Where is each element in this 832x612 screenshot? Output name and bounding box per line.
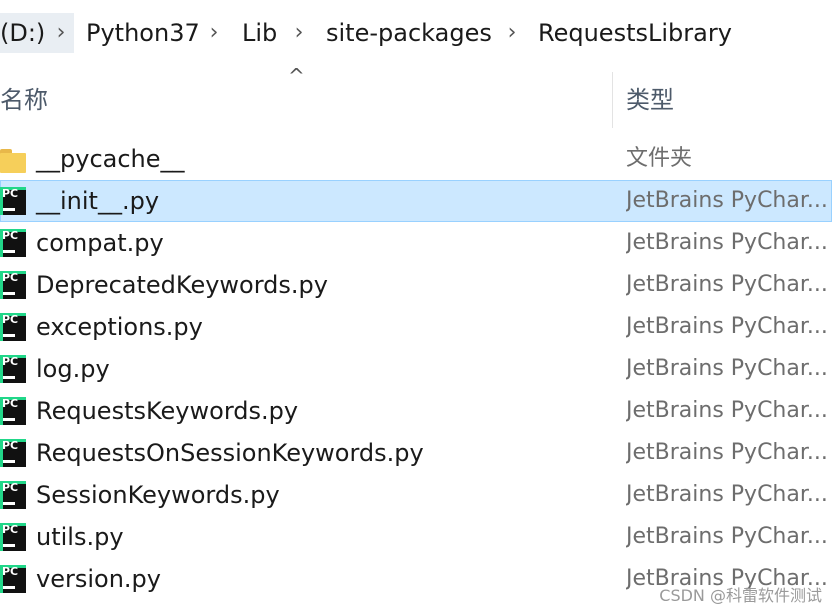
file-type: JetBrains PyChar... [626,188,828,213]
file-name: SessionKeywords.py [36,481,280,509]
address-bar[interactable]: (D:) › Python37 › Lib › site-packages › … [0,0,832,67]
breadcrumb-item-site-packages[interactable]: site-packages [326,15,492,51]
pycharm-file-icon: PC [0,355,26,383]
chevron-right-icon[interactable]: › [205,15,223,51]
file-name: log.py [36,355,110,383]
breadcrumb-item-lib[interactable]: Lib [242,15,277,51]
list-item-exceptions-py[interactable]: PC exceptions.py JetBrains PyChar... [0,306,832,348]
file-name: __pycache__ [36,145,185,173]
watermark: CSDN @科雷软件测试 [659,586,822,605]
file-name: RequestsKeywords.py [36,397,299,425]
pycharm-file-icon: PC [0,229,26,257]
list-item-requestskeywords-py[interactable]: PC RequestsKeywords.py JetBrains PyChar.… [0,390,832,432]
folder-icon [0,145,26,173]
file-type: 文件夹 [626,146,693,171]
chevron-right-icon[interactable]: › [290,15,308,51]
column-header-type[interactable]: 类型 [626,82,674,118]
sort-ascending-icon: ^ [288,64,305,88]
file-name: RequestsOnSessionKeywords.py [36,439,424,467]
pycharm-file-icon: PC [0,439,26,467]
file-name: version.py [36,565,161,593]
chevron-right-icon[interactable]: › [503,15,521,51]
file-type: JetBrains PyChar... [626,482,828,507]
file-name: DeprecatedKeywords.py [36,271,328,299]
list-item-pycache-folder[interactable]: __pycache__ 文件夹 [0,138,832,180]
list-item-compat-py[interactable]: PC compat.py JetBrains PyChar... [0,222,832,264]
list-item-sessionkeywords-py[interactable]: PC SessionKeywords.py JetBrains PyChar..… [0,474,832,516]
chevron-right-icon[interactable]: › [52,15,70,51]
pycharm-file-icon: PC [0,271,26,299]
pycharm-file-icon: PC [0,523,26,551]
file-type: JetBrains PyChar... [626,524,828,549]
column-header-name[interactable]: 名称 [0,82,48,118]
list-item-utils-py[interactable]: PC utils.py JetBrains PyChar... [0,516,832,558]
breadcrumb-item-requestslibrary[interactable]: RequestsLibrary [538,15,732,51]
file-type: JetBrains PyChar... [626,272,828,297]
list-item-init-py[interactable]: PC __init__.py JetBrains PyChar... [0,180,832,222]
column-divider[interactable] [612,72,613,128]
file-name: __init__.py [36,187,160,215]
column-header-bar [0,66,832,132]
pycharm-file-icon: PC [0,397,26,425]
file-name: compat.py [36,229,164,257]
file-type: JetBrains PyChar... [626,230,828,255]
pycharm-file-icon: PC [0,481,26,509]
list-item-requestsonsessionkeywords-py[interactable]: PC RequestsOnSessionKeywords.py JetBrain… [0,432,832,474]
list-item-log-py[interactable]: PC log.py JetBrains PyChar... [0,348,832,390]
pycharm-file-icon: PC [0,565,26,593]
file-type: JetBrains PyChar... [626,356,828,381]
breadcrumb-item-python37[interactable]: Python37 [86,15,200,51]
list-item-deprecatedkeywords-py[interactable]: PC DeprecatedKeywords.py JetBrains PyCha… [0,264,832,306]
file-list: __pycache__ 文件夹 PC __init__.py JetBrains… [0,138,832,600]
pycharm-file-icon: PC [0,187,26,215]
pycharm-file-icon: PC [0,313,26,341]
file-type: JetBrains PyChar... [626,440,828,465]
breadcrumb-item-drive[interactable]: (D:) [0,15,45,51]
file-type: JetBrains PyChar... [626,398,828,423]
file-name: exceptions.py [36,313,203,341]
file-name: utils.py [36,523,124,551]
file-type: JetBrains PyChar... [626,314,828,339]
